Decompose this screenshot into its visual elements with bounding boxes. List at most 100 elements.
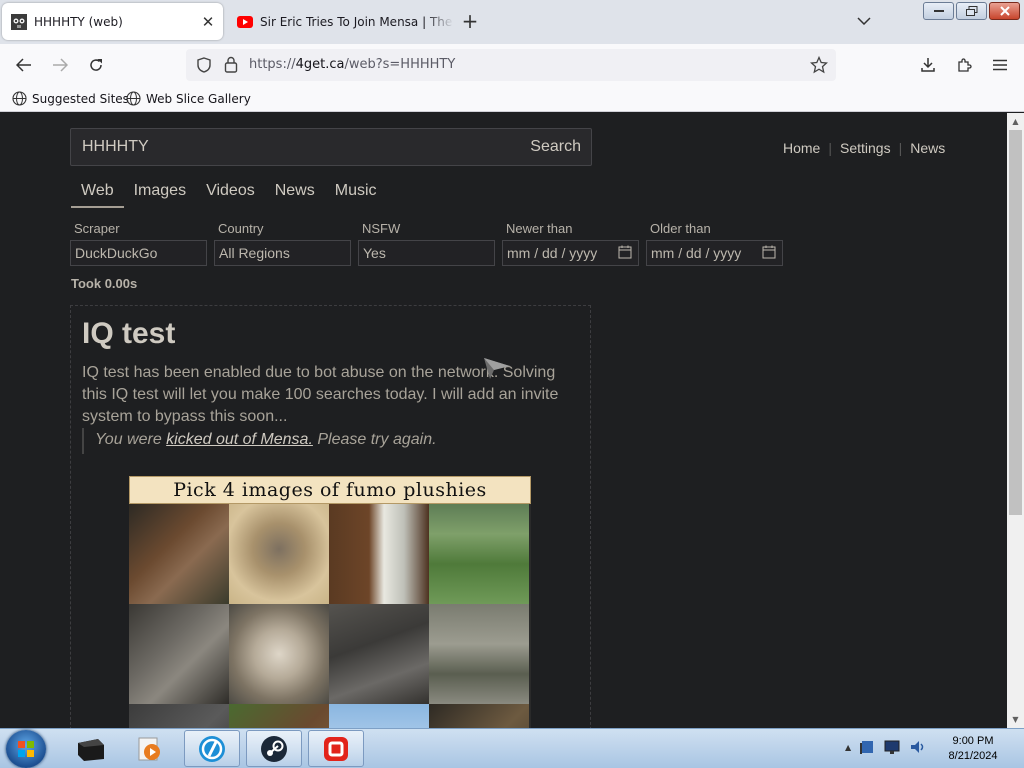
quote-text: You were (95, 431, 167, 448)
date-placeholder: mm / dd / yyyy (651, 245, 742, 261)
quote-text: Please try again. (312, 431, 437, 448)
bookmark-star-icon[interactable] (810, 56, 828, 74)
taskbar-app-browser[interactable] (184, 730, 240, 767)
back-arrow-icon[interactable] (10, 51, 38, 79)
iq-test-card: IQ test IQ test has been enabled due to … (70, 305, 591, 728)
search-button[interactable]: Search (530, 138, 581, 156)
captcha-tile[interactable] (229, 704, 329, 728)
start-button[interactable] (6, 730, 46, 768)
captcha-tile[interactable] (329, 604, 429, 704)
news-link[interactable]: News (910, 140, 945, 156)
bookmark-web-slice-gallery[interactable]: Web Slice Gallery (126, 91, 251, 106)
system-tray: ▲ (845, 739, 927, 755)
captcha-image: Pick 4 images of fumo plushies (129, 476, 531, 728)
maximize-button[interactable] (956, 2, 987, 20)
minimize-button[interactable] (923, 2, 954, 20)
scroll-down-arrow-icon[interactable]: ▼ (1007, 711, 1024, 728)
url-scheme: https:// (249, 57, 296, 72)
tab-web[interactable]: Web (71, 182, 124, 208)
page-content: HHHHTY Search Home | Settings | News Web… (0, 113, 1007, 728)
captcha-tile[interactable] (129, 604, 229, 704)
bookmark-label: Web Slice Gallery (146, 91, 251, 106)
taskbar-app-terminal[interactable] (62, 730, 118, 767)
youtube-icon (237, 15, 253, 28)
action-center-flag-icon[interactable] (859, 739, 875, 755)
search-input[interactable]: HHHHTY (82, 138, 149, 156)
taskbar-app-media-player[interactable] (121, 730, 177, 767)
tab-images[interactable]: Images (124, 182, 196, 208)
tab-active[interactable]: HHHHTY (web) ✕ (2, 3, 223, 40)
show-hidden-icons-arrow-icon[interactable]: ▲ (845, 743, 851, 752)
url-host: 4get.ca (295, 57, 345, 72)
captcha-tile[interactable] (429, 704, 529, 728)
black-box-icon (78, 738, 104, 761)
captcha-tile[interactable] (329, 504, 429, 604)
calendar-icon[interactable] (618, 245, 632, 259)
captcha-tile[interactable] (129, 504, 229, 604)
iq-test-heading: IQ test (82, 317, 176, 350)
filter-country: Country All Regions (214, 221, 351, 266)
filter-label: Country (218, 221, 264, 236)
captcha-tile[interactable] (429, 604, 529, 704)
clock-time: 9:00 PM (952, 735, 994, 747)
navigation-toolbar: https://4get.ca/web?s=HHHHTY (0, 44, 1024, 86)
address-bar[interactable]: https://4get.ca/web?s=HHHHTY (186, 49, 836, 81)
captcha-tile[interactable] (329, 704, 429, 728)
filter-newer-than: Newer than mm / dd / yyyy (502, 221, 639, 266)
browser-app-icon (199, 735, 225, 762)
captcha-tile[interactable] (129, 704, 229, 728)
shield-icon[interactable] (196, 57, 212, 73)
calendar-icon[interactable] (762, 245, 776, 259)
bookmark-suggested-sites[interactable]: Suggested Sites (12, 91, 129, 106)
reload-icon[interactable] (82, 51, 110, 79)
taskbar-app-steam[interactable] (246, 730, 302, 767)
top-nav-links: Home | Settings | News (783, 140, 945, 156)
mensa-link[interactable]: kicked out of Mensa. (166, 431, 313, 448)
close-tab-icon[interactable]: ✕ (197, 11, 219, 33)
scroll-thumb[interactable] (1009, 130, 1022, 515)
close-window-button[interactable] (989, 2, 1020, 20)
tab-youtube[interactable]: Sir Eric Tries To Join Mensa | The (228, 3, 454, 40)
volume-speaker-icon[interactable] (909, 739, 927, 755)
filter-label: Newer than (506, 221, 573, 236)
window-controls (923, 2, 1020, 20)
downloads-icon[interactable] (914, 51, 942, 79)
new-tab-button[interactable]: + (458, 9, 482, 33)
network-monitor-icon[interactable] (883, 739, 901, 755)
system-clock[interactable]: 9:00 PM 8/21/2024 (940, 734, 1006, 764)
url-text[interactable]: https://4get.ca/web?s=HHHHTY (249, 57, 455, 72)
country-select[interactable]: All Regions (214, 240, 351, 266)
tab-music[interactable]: Music (325, 182, 387, 208)
home-link[interactable]: Home (783, 140, 820, 156)
captcha-tile[interactable] (229, 504, 329, 604)
tab-videos[interactable]: Videos (196, 182, 265, 208)
settings-link[interactable]: Settings (840, 140, 891, 156)
separator: | (898, 140, 903, 156)
older-than-date-input[interactable]: mm / dd / yyyy (646, 240, 783, 266)
list-all-tabs-chevron-icon[interactable] (852, 10, 876, 34)
taskbar-app-roblox[interactable] (308, 730, 364, 767)
windows-logo-icon (18, 741, 34, 757)
globe-icon (12, 91, 27, 106)
tab-title: Sir Eric Tries To Join Mensa | The (260, 14, 453, 29)
newer-than-date-input[interactable]: mm / dd / yyyy (502, 240, 639, 266)
captcha-grid (129, 504, 529, 728)
scraper-select[interactable]: DuckDuckGo (70, 240, 207, 266)
nsfw-select[interactable]: Yes (358, 240, 495, 266)
captcha-tile[interactable] (229, 604, 329, 704)
page-scrollbar[interactable]: ▲ ▼ (1007, 113, 1024, 728)
filter-older-than: Older than mm / dd / yyyy (646, 221, 783, 266)
lock-icon[interactable] (224, 56, 238, 73)
extensions-icon[interactable] (950, 51, 978, 79)
tab-title: HHHHTY (web) (34, 14, 123, 29)
tab-news[interactable]: News (265, 182, 325, 208)
url-path: /web?s=HHHHTY (344, 57, 456, 72)
captcha-tile[interactable] (429, 504, 529, 604)
separator: | (828, 140, 832, 156)
filter-label: Scraper (74, 221, 120, 236)
forward-arrow-icon[interactable] (46, 51, 74, 79)
scroll-up-arrow-icon[interactable]: ▲ (1007, 113, 1024, 130)
elapsed-time: Took 0.00s (71, 276, 138, 291)
paper-plane-cursor-icon (484, 358, 510, 379)
menu-hamburger-icon[interactable] (986, 51, 1014, 79)
